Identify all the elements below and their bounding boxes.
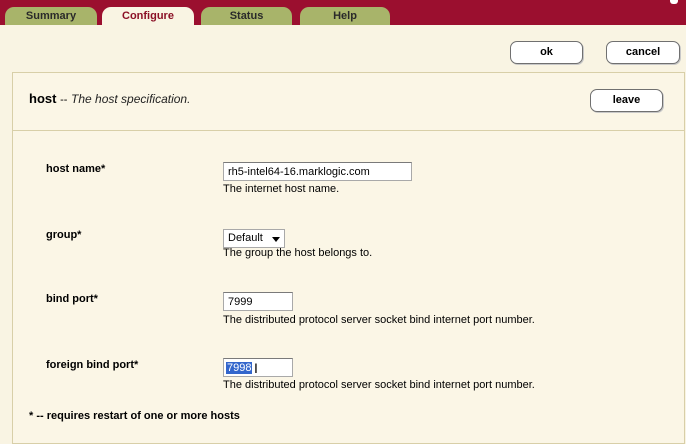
tab-status[interactable]: Status	[201, 7, 292, 25]
host-name-label: host name*	[46, 163, 106, 175]
cancel-button[interactable]: cancel	[606, 41, 680, 64]
restart-footnote: * -- requires restart of one or more hos…	[29, 410, 240, 422]
selected-text: 7998	[226, 362, 253, 374]
title-separator: --	[60, 94, 68, 106]
logo-fragment	[670, 0, 678, 4]
host-name-help: The internet host name.	[223, 183, 340, 195]
group-select[interactable]: Default	[223, 229, 285, 248]
leave-button[interactable]: leave	[590, 89, 663, 112]
host-title-text: host	[29, 91, 57, 106]
foreign-bind-port-input[interactable]: 7998 I	[223, 358, 293, 377]
tab-summary[interactable]: Summary	[5, 7, 97, 25]
group-label: group*	[46, 229, 82, 241]
group-help: The group the host belongs to.	[223, 247, 373, 259]
tab-configure[interactable]: Configure	[102, 7, 194, 26]
bind-port-input[interactable]: 7999	[223, 292, 293, 311]
ok-button[interactable]: ok	[510, 41, 583, 64]
foreign-bind-port-label: foreign bind port*	[46, 359, 139, 371]
host-name-input[interactable]: rh5-intel64-16.marklogic.com	[223, 162, 412, 181]
page-title: host -- The host specification.	[29, 91, 190, 106]
text-cursor-icon: I	[254, 360, 258, 376]
tab-help[interactable]: Help	[300, 7, 390, 25]
host-config-panel: host -- The host specification. leave ho…	[12, 72, 685, 444]
bind-port-help: The distributed protocol server socket b…	[223, 314, 535, 326]
foreign-bind-port-help: The distributed protocol server socket b…	[223, 379, 535, 391]
panel-header: host -- The host specification. leave	[13, 73, 684, 131]
chevron-down-icon	[272, 237, 280, 242]
group-select-value: Default	[228, 232, 263, 244]
host-description: The host specification.	[71, 92, 191, 106]
bind-port-label: bind port*	[46, 293, 98, 305]
